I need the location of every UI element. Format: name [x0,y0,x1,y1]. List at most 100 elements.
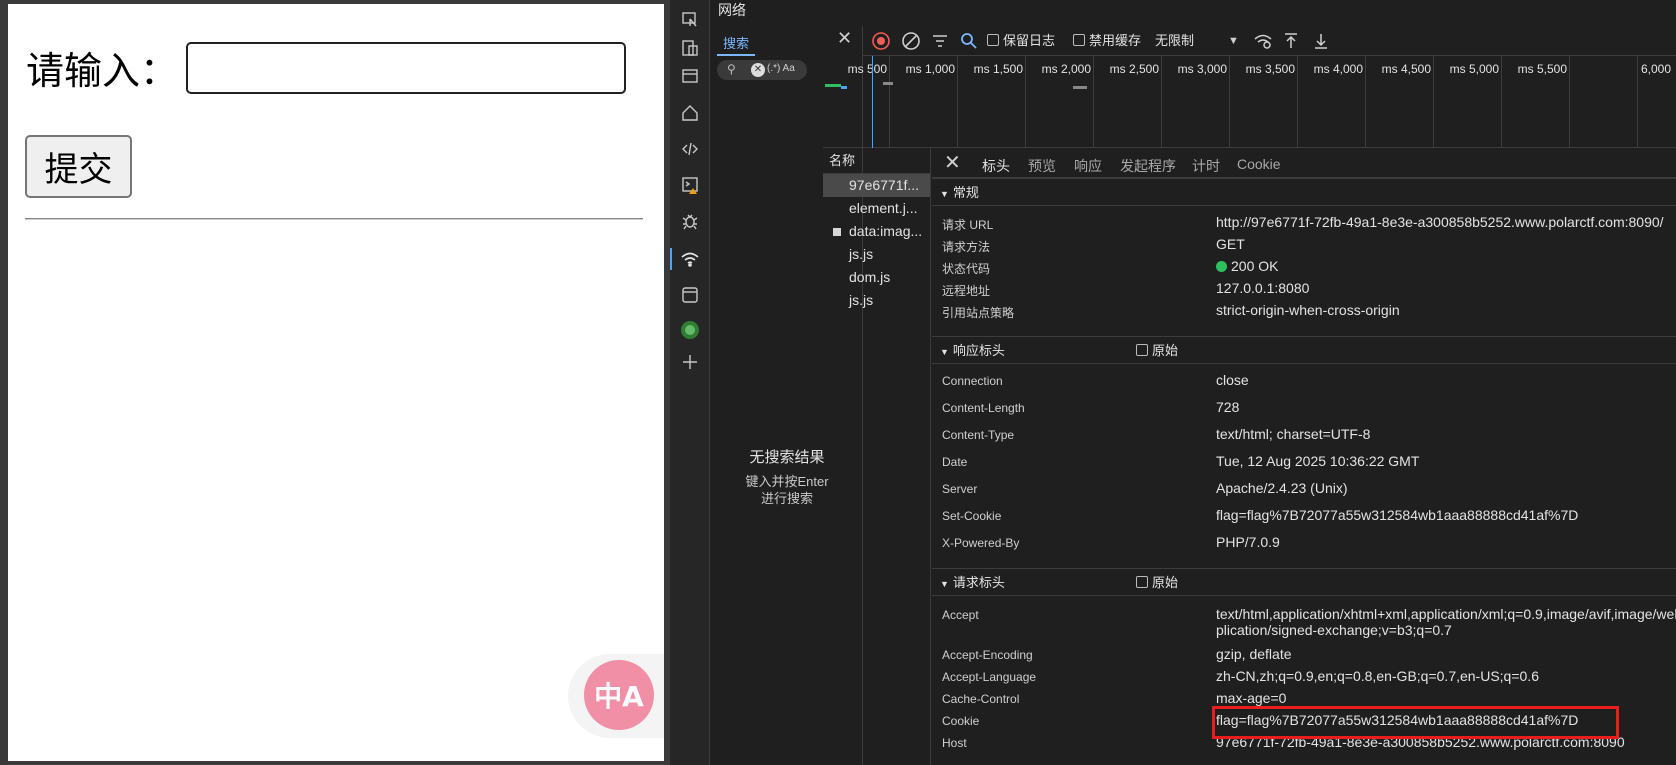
details-tab[interactable]: 计时 [1192,156,1220,176]
request-headers-title: 请求标头 [952,575,1005,590]
details-tab[interactable]: Cookie [1237,156,1281,172]
header-key: 状态代码 [942,262,991,276]
timeline-tick-label: 1,000 ms [905,62,955,76]
request-row[interactable]: dom.js [823,266,930,289]
header-value: flag=flag%7B72077a55w312584wb1aaa88888cd… [1216,507,1579,523]
timeline-tick-label: 3,500 ms [1245,62,1295,76]
filter-icon[interactable] [930,31,950,51]
raw-toggle[interactable]: 原始 [1136,569,1178,597]
close-details-icon[interactable]: ✕ [944,150,961,175]
network-conditions-icon[interactable] [1253,31,1273,51]
timeline-tick-label: 5,000 ms [1449,62,1499,76]
search-input[interactable]: ⚲ ✕ (.*) Aa [717,60,807,80]
record-icon[interactable] [871,31,891,51]
network-icon[interactable] [680,249,700,269]
disable-cache-checkbox[interactable]: 禁用缓存 [1073,30,1141,52]
request-headers-header[interactable]: ▼ 请求标头 原始 [932,568,1676,596]
header-key: Connection [942,374,1003,388]
header-key: Set-Cookie [942,509,1002,523]
timeline-gridline [1433,56,1434,148]
timeline-gridline [1501,56,1502,148]
close-search-icon[interactable]: ✕ [837,28,852,49]
header-key: Content-Length [942,401,1025,415]
network-toolbar: 保留日志 禁用缓存 无限制 ▼ [863,26,1676,56]
header-key: Cookie [942,714,980,728]
throttling-select[interactable]: 无限制 [1155,30,1194,52]
status-dot-icon [1216,261,1227,272]
web-page: 请输入： 提交 中A [8,4,664,761]
response-headers-header[interactable]: ▼ 响应标头 原始 [932,336,1676,364]
header-key: Cache-Control [942,692,1020,706]
header-value: 200 OK [1216,258,1278,274]
console-icon[interactable] [680,175,700,195]
request-row[interactable]: element.j... [823,197,930,220]
search-icon[interactable] [959,31,979,51]
download-icon[interactable] [1311,31,1331,51]
timeline-gridline [957,56,958,148]
dom-content-loaded-line [872,56,873,148]
elements-icon[interactable] [680,139,700,159]
application-icon[interactable] [680,285,700,305]
horizontal-rule [25,218,643,220]
request-details: ✕ 标头 预览 响应 发起程序 计时 Cookie ▼ 常规 请求 URL http://97… [932,148,1676,765]
name-column-header[interactable]: 名称 [823,148,930,174]
timeline-gridline [1025,56,1026,148]
header-value: gzip, deflate [1216,646,1292,662]
clear-icon[interactable] [901,31,921,51]
text-input[interactable] [186,42,626,94]
request-row[interactable]: js.js [823,243,930,266]
request-row[interactable]: 97e6771f... [823,174,930,197]
submit-button[interactable]: 提交 [25,135,132,198]
request-row[interactable]: js.js [823,289,930,312]
devtools-panel: 网络 搜索 ✕ ⚲ ✕ (.*) Aa 无搜索结果 键入并按Enter 进行搜索 [670,0,1676,765]
extension-icon[interactable] [680,320,700,340]
header-key: Accept-Language [942,670,1037,684]
timeline-tick-label: 6,000 [1641,62,1672,76]
translate-widget[interactable]: 中A [568,654,664,738]
timeline-overview[interactable]: 500 ms 1,000 ms 1,500 ms 2,000 ms 2,500 ms 3,… [823,56,1676,148]
inspect-icon[interactable] [680,10,700,30]
timeline-bar [883,82,893,85]
sources-icon[interactable] [680,211,700,231]
timeline-gridline [1161,56,1162,148]
general-section-header[interactable]: ▼ 常规 [932,178,1676,206]
header-value: close [1216,372,1249,388]
header-key: X-Powered-By [942,536,1020,550]
timeline-gridline [1229,56,1230,148]
header-key: Content-Type [942,428,1015,442]
details-tab[interactable]: 响应 [1074,156,1102,176]
search-options[interactable]: (.*) Aa [767,63,795,74]
request-name: js.js [849,246,874,262]
add-icon[interactable] [680,352,700,372]
search-tab[interactable]: 搜索 [717,30,756,56]
timeline-gridline [1637,56,1638,148]
image-icon [833,228,841,236]
header-value: strict-origin-when-cross-origin [1216,302,1400,318]
timeline-gridline [1365,56,1366,148]
header-key: Accept [942,608,979,622]
raw-toggle[interactable]: 原始 [1136,337,1178,365]
activity-bar [670,0,710,765]
header-value-continued: plication/signed-exchange;v=b3;q=0.7 [1216,622,1452,638]
device-icon[interactable] [680,38,700,58]
home-icon[interactable] [680,103,700,123]
status-text: 200 OK [1231,258,1279,274]
upload-icon[interactable] [1281,31,1301,51]
header-key: Server [942,482,978,496]
timeline-tick-label: 5,500 ms [1517,62,1567,76]
timeline-gridline [1569,56,1570,148]
request-name: element.j... [849,200,918,216]
translate-icon[interactable]: 中A [584,660,654,730]
clear-icon[interactable]: ✕ [751,63,765,77]
preserve-log-checkbox[interactable]: 保留日志 [987,30,1055,52]
header-value: PHP/7.0.9 [1216,534,1280,550]
general-section: ▼ 常规 请求 URL http://97e6771f-72fb-49a1-8e3e… [932,178,1676,320]
window-icon[interactable] [680,66,700,86]
raw-label: 原始 [1152,343,1179,358]
details-tab[interactable]: 预览 [1028,156,1056,176]
chevron-down-icon[interactable]: ▼ [1228,30,1239,52]
request-row[interactable]: data:imag... [823,220,930,243]
prompt-label: 请输入： [26,49,179,93]
details-tab[interactable]: 发起程序 [1120,156,1176,176]
network-panel-title[interactable]: 网络 [718,0,746,22]
